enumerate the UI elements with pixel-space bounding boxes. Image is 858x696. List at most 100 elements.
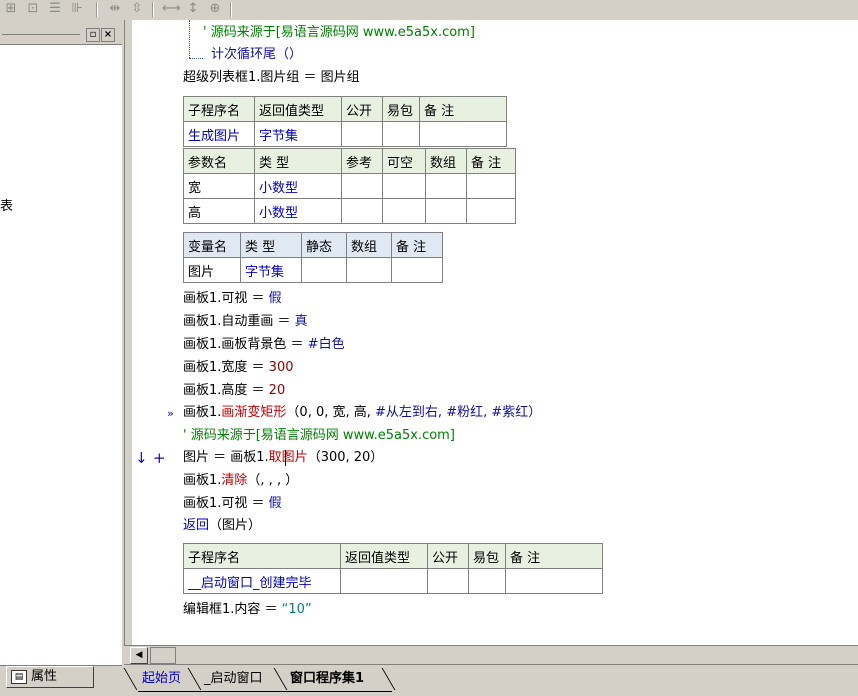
nullable-cell[interactable] — [382, 173, 426, 199]
code-line[interactable]: 画板1.清除（, , , ） — [183, 471, 298, 491]
var-type-cell[interactable]: 字节集 — [240, 257, 302, 283]
ref-cell[interactable] — [341, 173, 383, 199]
param-table[interactable]: 参数名 类 型 参考 可空 数组 备 注 宽 小数型 高 小数型 — [183, 148, 516, 224]
header-cell: 静态 — [301, 232, 347, 258]
dist-icon[interactable]: ⊪ — [68, 1, 86, 17]
text-cursor — [285, 450, 286, 466]
remark-cell[interactable] — [391, 257, 443, 283]
code-line[interactable]: 画板1.画渐变矩形（0, 0, 宽, 高, #从左到右, #粉红, #紫红） — [183, 403, 541, 423]
header-cell: 公开 — [427, 543, 469, 569]
return-type-cell[interactable] — [340, 568, 428, 594]
header-cell: 类 型 — [240, 232, 302, 258]
restore-icon[interactable]: ▫ — [86, 28, 100, 42]
code-line[interactable]: 画板1.自动重画 ＝ 真 — [183, 312, 308, 332]
scroll-left-button[interactable]: ◀ — [130, 647, 148, 664]
toolbar: ⊞ ⊡ ☰ ⊪ ⇹ ⇳ ⟷ ↕ ⊕ — [0, 0, 858, 21]
code-editor[interactable]: ' 源码来源于[易语言源码网 www.e5a5x.com] 计次循环尾（） 超级… — [124, 20, 858, 645]
array-cell[interactable] — [346, 257, 392, 283]
header-cell: 备 注 — [391, 232, 443, 258]
layout-icon[interactable]: ⊡ — [24, 1, 42, 17]
comment-line: ' 源码来源于[易语言源码网 www.e5a5x.com] — [203, 25, 475, 40]
remark-cell[interactable] — [419, 121, 507, 147]
header-cell: 可空 — [382, 148, 426, 174]
sub-table-1[interactable]: 子程序名 返回值类型 公开 易包 备 注 生成图片 字节集 — [183, 96, 507, 147]
var-name-cell[interactable]: 图片 — [183, 257, 241, 283]
code-line[interactable]: 画板1.宽度 ＝ 300 — [183, 358, 294, 378]
public-cell[interactable] — [341, 121, 383, 147]
array-cell[interactable] — [425, 198, 467, 224]
nullable-cell[interactable] — [382, 198, 426, 224]
sub-table-2[interactable]: 子程序名 返回值类型 公开 易包 备 注 __启动窗口_创建完毕 — [183, 543, 603, 594]
var-table[interactable]: 变量名 类 型 静态 数组 备 注 图片 字节集 — [183, 232, 443, 283]
param-type-cell[interactable]: 小数型 — [254, 198, 342, 224]
header-cell: 子程序名 — [183, 543, 341, 569]
code-line-current[interactable]: 图片 ＝ 画板1.取图片（300, 20） — [183, 448, 383, 468]
package-cell[interactable] — [382, 121, 420, 147]
panel-content: 表 — [0, 44, 122, 666]
panel-partial-text: 表 — [0, 199, 14, 214]
grid-icon[interactable]: ⊞ — [2, 1, 20, 17]
static-cell[interactable] — [301, 257, 347, 283]
remark-cell[interactable] — [466, 198, 516, 224]
header-cell: 参考 — [341, 148, 383, 174]
sub-name-cell[interactable]: __启动窗口_创建完毕 — [183, 568, 341, 594]
comment-line: ' 源码来源于[易语言源码网 www.e5a5x.com] — [183, 428, 455, 443]
array-cell[interactable] — [425, 173, 467, 199]
code-line[interactable]: 画板1.高度 ＝ 20 — [183, 381, 285, 401]
header-cell: 数组 — [346, 232, 392, 258]
public-cell[interactable] — [427, 568, 469, 594]
header-cell: 备 注 — [505, 543, 603, 569]
code-line[interactable]: 画板1.可视 ＝ 假 — [183, 494, 282, 514]
editor-gutter — [125, 20, 132, 645]
h-size-icon[interactable]: ⟷ — [162, 1, 181, 17]
header-cell: 备 注 — [466, 148, 516, 174]
table-row[interactable]: 宽 小数型 — [183, 173, 516, 199]
header-cell: 参数名 — [183, 148, 255, 174]
plus-icon[interactable]: + — [153, 448, 166, 468]
arrow-down-icon: ↓ — [135, 449, 148, 467]
header-cell: 返回值类型 — [340, 543, 428, 569]
scroll-thumb[interactable] — [150, 647, 176, 664]
loop-end-line: 计次循环尾（） — [211, 47, 303, 62]
header-cell: 易包 — [468, 543, 506, 569]
properties-tab[interactable]: ▤ 属性 — [6, 666, 94, 688]
package-cell[interactable] — [468, 568, 506, 594]
header-cell: 易包 — [382, 96, 420, 122]
close-icon[interactable]: × — [101, 28, 115, 42]
tab-window-assembly[interactable]: 窗口程序集1 — [286, 669, 368, 689]
ref-cell[interactable] — [341, 198, 383, 224]
tab-startup-window[interactable]: _启动窗口 — [200, 669, 267, 689]
tab-start-page[interactable]: 起始页 — [138, 669, 185, 689]
header-cell: 备 注 — [419, 96, 507, 122]
header-cell: 数组 — [425, 148, 467, 174]
properties-icon: ▤ — [11, 669, 27, 684]
header-cell: 公开 — [341, 96, 383, 122]
code-line[interactable]: 画板1.画板背景色 ＝ #白色 — [183, 335, 345, 355]
remark-cell[interactable] — [505, 568, 603, 594]
exec-marker-icon: » — [167, 407, 174, 420]
horizontal-scrollbar[interactable]: ◀ — [124, 645, 858, 664]
sub-name-cell[interactable]: 生成图片 — [183, 121, 255, 147]
panel-titlebar: ▫ × — [0, 28, 122, 42]
properties-tab-label: 属性 — [31, 669, 58, 684]
code-line[interactable]: 编辑框1.内容 ＝ “10” — [183, 600, 312, 620]
align-icon[interactable]: ☰ — [46, 1, 64, 17]
remark-cell[interactable] — [466, 173, 516, 199]
size-icon[interactable]: ⊕ — [206, 1, 224, 17]
h-space-icon[interactable]: ⇹ — [106, 1, 124, 17]
header-cell: 子程序名 — [183, 96, 255, 122]
header-cell: 类 型 — [254, 148, 342, 174]
table-row[interactable]: 图片 字节集 — [183, 257, 443, 283]
left-panel: ▫ × 表 ▤ 属性 — [0, 20, 124, 695]
code-line[interactable]: 返回（图片） — [183, 516, 261, 536]
table-row[interactable]: 高 小数型 — [183, 198, 516, 224]
return-type-cell[interactable]: 字节集 — [254, 121, 342, 147]
code-line[interactable]: 画板1.可视 ＝ 假 — [183, 289, 282, 309]
v-size-icon[interactable]: ↕ — [184, 1, 202, 17]
v-space-icon[interactable]: ⇳ — [128, 1, 146, 17]
header-cell: 返回值类型 — [254, 96, 342, 122]
assign-list-line: 超级列表框1.图片组 ＝ 图片组 — [183, 70, 360, 85]
param-name-cell[interactable]: 宽 — [183, 173, 255, 199]
param-name-cell[interactable]: 高 — [183, 198, 255, 224]
param-type-cell[interactable]: 小数型 — [254, 173, 342, 199]
